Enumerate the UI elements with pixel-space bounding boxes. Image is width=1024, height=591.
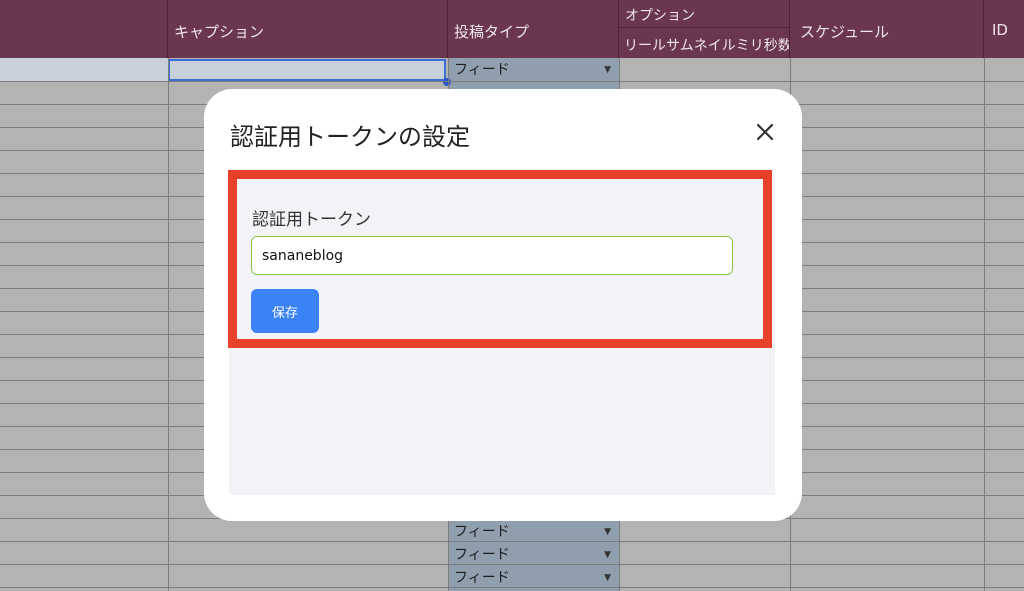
token-settings-dialog: 認証用トークンの設定 認証用トークン 保存 (204, 89, 802, 521)
token-field-label: 認証用トークン (252, 210, 371, 230)
close-icon[interactable] (753, 120, 777, 144)
save-button[interactable]: 保存 (251, 289, 319, 333)
modal-overlay: 認証用トークンの設定 認証用トークン 保存 (0, 0, 1024, 591)
dialog-title: 認証用トークンの設定 (230, 123, 470, 151)
token-input[interactable] (251, 236, 733, 275)
